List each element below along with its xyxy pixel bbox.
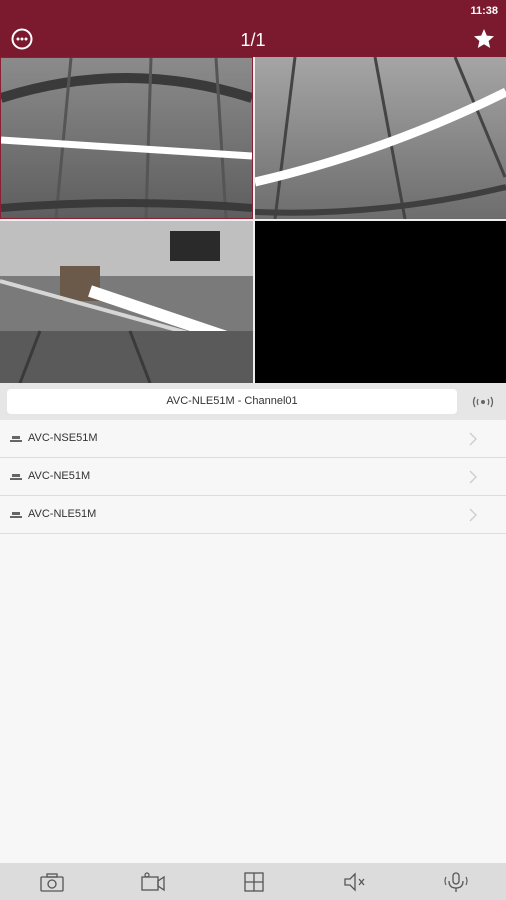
mute-icon[interactable] xyxy=(342,871,368,893)
star-icon[interactable] xyxy=(472,27,496,51)
channel-bar: AVC-NLE51M - Channel01 xyxy=(0,383,506,420)
record-icon[interactable] xyxy=(140,871,166,893)
device-row[interactable]: AVC-NLE51M xyxy=(0,496,506,534)
bottom-toolbar xyxy=(0,863,506,900)
chevron-right-icon xyxy=(469,508,477,522)
app-header: 11:38 1/1 xyxy=(0,0,506,57)
device-list: AVC-NSE51M AVC-NE51M AVC-NLE51M xyxy=(0,420,506,534)
video-tile-1[interactable] xyxy=(0,57,253,219)
video-tile-2[interactable] xyxy=(255,57,506,219)
device-row[interactable]: AVC-NSE51M xyxy=(0,420,506,458)
ptz-icon[interactable] xyxy=(472,393,494,411)
status-time: 11:38 xyxy=(470,5,498,17)
device-row[interactable]: AVC-NE51M xyxy=(0,458,506,496)
device-name: AVC-NSE51M xyxy=(28,432,98,444)
page-indicator: 1/1 xyxy=(240,30,266,50)
snapshot-icon[interactable] xyxy=(39,871,65,893)
grid-layout-icon[interactable] xyxy=(241,871,267,893)
camera-device-icon xyxy=(10,512,22,518)
talk-icon[interactable] xyxy=(443,871,469,893)
selected-channel-label[interactable]: AVC-NLE51M - Channel01 xyxy=(7,389,457,414)
video-tile-4-empty[interactable] xyxy=(255,221,506,383)
camera-device-icon xyxy=(10,474,22,480)
device-name: AVC-NLE51M xyxy=(28,508,97,520)
chevron-right-icon xyxy=(469,470,477,484)
camera-device-icon xyxy=(10,436,22,442)
video-grid xyxy=(0,57,506,383)
device-name: AVC-NE51M xyxy=(28,470,91,482)
video-tile-3[interactable] xyxy=(0,221,253,383)
chevron-right-icon xyxy=(469,432,477,446)
